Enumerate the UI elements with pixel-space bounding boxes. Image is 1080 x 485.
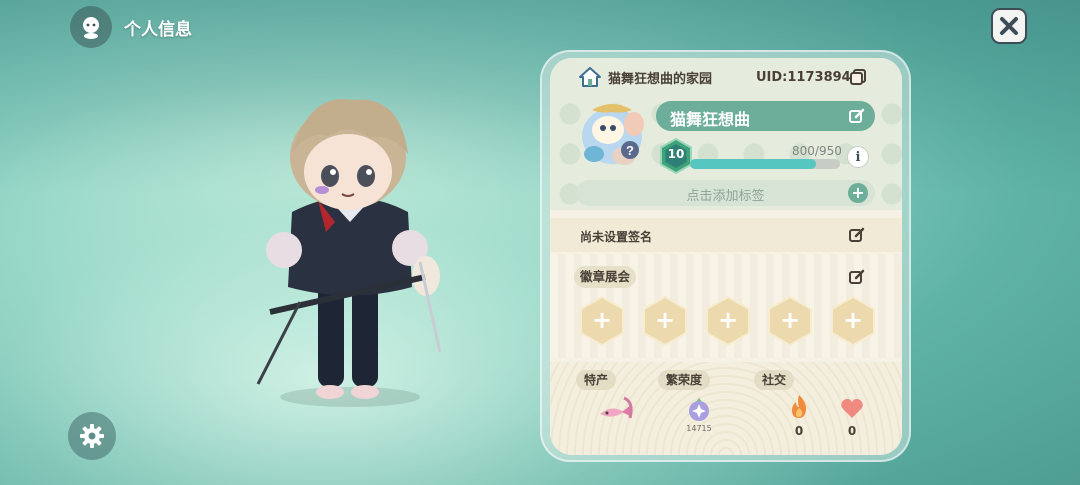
prosperity-label: 繁荣度 bbox=[658, 370, 711, 390]
exp-text: 800/950 bbox=[792, 144, 842, 158]
pencil-icon[interactable] bbox=[848, 226, 866, 244]
home-name: 猫舞狂想曲的家园 bbox=[608, 71, 713, 87]
gear-icon bbox=[80, 424, 104, 448]
badge-slot[interactable]: + bbox=[768, 295, 812, 347]
svg-text:?: ? bbox=[626, 143, 634, 158]
player-name: 猫舞狂想曲 bbox=[670, 110, 751, 129]
plus-icon: + bbox=[654, 306, 676, 334]
pet-avatar[interactable]: ? bbox=[572, 94, 652, 172]
plus-icon: + bbox=[717, 306, 739, 334]
badge-slot[interactable]: + bbox=[580, 295, 624, 347]
prosperity-icon[interactable] bbox=[686, 396, 712, 422]
pencil-icon[interactable] bbox=[848, 268, 866, 286]
heart-value: 0 bbox=[847, 424, 857, 438]
badge-section: 徽章展会 + + + + + bbox=[550, 254, 902, 358]
player-character[interactable] bbox=[240, 72, 460, 412]
info-icon[interactable]: i bbox=[847, 146, 869, 168]
home-info[interactable]: 猫舞狂想曲的家园 bbox=[578, 66, 712, 88]
badge-slot[interactable]: + bbox=[643, 295, 687, 347]
plus-icon: + bbox=[848, 183, 868, 203]
head-icon[interactable] bbox=[70, 6, 112, 48]
add-tag-button[interactable]: 点击添加标签 + bbox=[576, 180, 875, 206]
close-icon bbox=[1000, 17, 1018, 35]
plus-icon: + bbox=[591, 306, 613, 334]
plus-icon: + bbox=[779, 306, 801, 334]
profile-panel: 猫舞狂想曲的家园 UID:1173894 ? 猫舞狂想曲 10 800/950 … bbox=[550, 58, 902, 455]
copy-icon[interactable] bbox=[849, 68, 867, 86]
badge-slot[interactable]: + bbox=[831, 295, 875, 347]
signature-text: 尚未设置签名 bbox=[580, 230, 653, 244]
prosperity-value: 14715 bbox=[686, 424, 712, 433]
badge-title: 徽章展会 bbox=[574, 266, 637, 288]
uid-text: UID:1173894 bbox=[756, 70, 851, 85]
tag-placeholder: 点击添加标签 bbox=[686, 189, 765, 204]
specialty-label: 特产 bbox=[576, 370, 617, 390]
level-number: 10 bbox=[667, 147, 685, 161]
house-icon bbox=[579, 67, 601, 87]
name-bar[interactable]: 猫舞狂想曲 bbox=[656, 101, 875, 131]
specialty-fish-icon[interactable] bbox=[598, 394, 636, 426]
signature-row[interactable]: 尚未设置签名 bbox=[550, 218, 902, 252]
stats-section: 特产 繁荣度 社交 14715 0 0 bbox=[550, 362, 902, 455]
close-button[interactable] bbox=[991, 8, 1027, 44]
pencil-icon[interactable] bbox=[848, 107, 866, 125]
page-title: 个人信息 bbox=[124, 19, 192, 40]
profile-header: 猫舞狂想曲的家园 UID:1173894 ? 猫舞狂想曲 10 800/950 … bbox=[550, 58, 902, 210]
settings-button[interactable] bbox=[68, 412, 116, 460]
social-label: 社交 bbox=[754, 370, 795, 390]
fire-icon[interactable] bbox=[787, 394, 811, 420]
exp-bar-fill bbox=[690, 159, 817, 169]
fire-value: 0 bbox=[794, 424, 804, 438]
badge-slot[interactable]: + bbox=[706, 295, 750, 347]
plus-icon: + bbox=[842, 306, 864, 334]
heart-icon[interactable] bbox=[840, 398, 864, 420]
header: 个人信息 bbox=[70, 6, 192, 48]
